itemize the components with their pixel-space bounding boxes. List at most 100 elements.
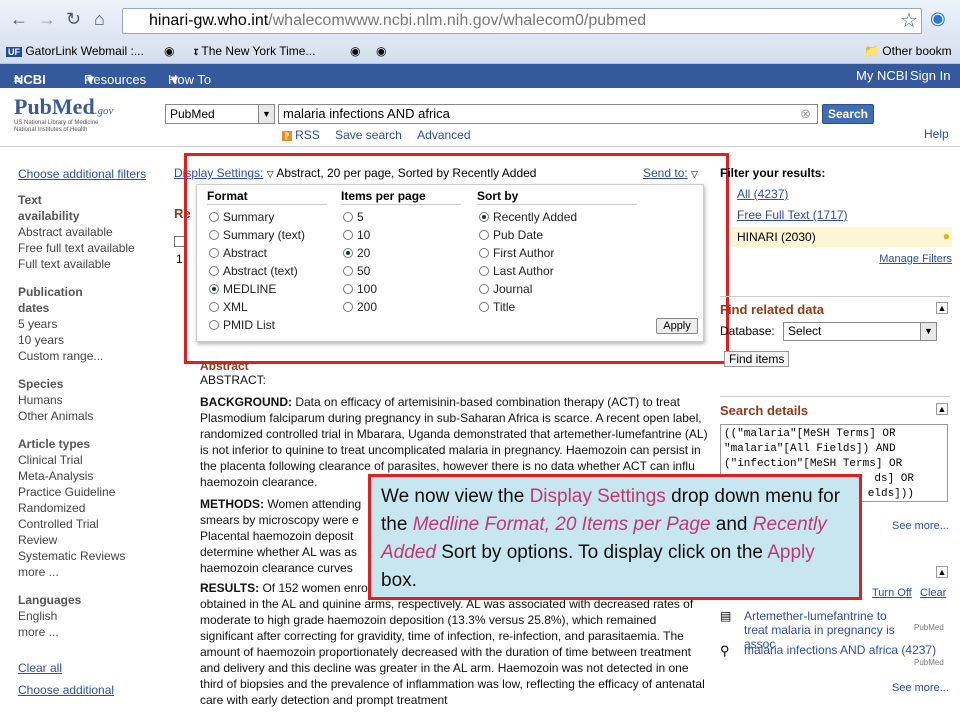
turn-off-link[interactable]: Turn Off <box>872 587 912 599</box>
back-icon[interactable]: ← <box>10 9 28 30</box>
search-input[interactable]: malaria infections AND africa ⊗ <box>278 104 818 124</box>
section-text: haemozoin clearance curves <box>200 561 353 575</box>
globe-icon[interactable]: ◉ <box>164 44 174 58</box>
sign-in-link[interactable]: Sign In <box>910 68 950 83</box>
callout-text: box. <box>381 570 417 591</box>
search-icon: ⚲ <box>720 643 730 658</box>
globe-icon[interactable]: ◉ <box>350 44 360 58</box>
choose-filters-link[interactable]: Choose additional filters <box>18 166 168 182</box>
bookmark-nytimes[interactable]: 𝔯 The New York Time... <box>194 44 315 59</box>
abstract-label: ABSTRACT: <box>200 373 267 387</box>
result-index: 1 <box>176 252 183 266</box>
forward-icon[interactable]: → <box>38 9 56 30</box>
extension-icon[interactable]: ◉ <box>930 8 946 29</box>
bookmark-gatorlink[interactable]: UF GatorLink Webmail :... <box>6 44 144 58</box>
collapse-icon[interactable]: ▲ <box>936 302 948 314</box>
recent-activity-search[interactable]: malaria infections AND africa (4237) <box>744 643 954 657</box>
database-select[interactable]: PubMed ▼ <box>165 104 275 124</box>
clear-all-link[interactable]: Clear all <box>18 660 168 676</box>
advanced-link[interactable]: Advanced <box>417 128 470 142</box>
collapse-icon[interactable]: ▲ <box>936 403 948 415</box>
clear-link[interactable]: Clear <box>920 587 946 599</box>
filter-item[interactable]: Other Animals <box>18 408 168 424</box>
section-label: BACKGROUND: <box>200 395 292 409</box>
ncbi-bar: ≈ NCBI Resources ▼ How To ▼ My NCBI Sign I… <box>0 64 960 88</box>
filter-item[interactable]: Randomized Controlled Trial <box>18 500 118 532</box>
clear-icon[interactable]: ⊗ <box>800 106 811 122</box>
filter-heading: Article types <box>18 437 91 451</box>
find-items-button[interactable]: Find items <box>724 351 790 367</box>
filter-item[interactable]: 10 years <box>18 332 168 348</box>
source-label: PubMed <box>914 658 944 667</box>
search-links: ⁋ RSS Save search Advanced <box>282 128 471 142</box>
collapse-icon[interactable]: ▲ <box>936 566 948 578</box>
filter-item[interactable]: Systematic Reviews <box>18 548 168 564</box>
bookmark-other[interactable]: 📁 Other bookm <box>864 44 952 58</box>
filter-heading: Publication dates <box>18 285 83 315</box>
address-bar[interactable]: hinari-gw.who.int/whalecomwww.ncbi.nlm.n… <box>122 8 922 34</box>
related-database-select[interactable]: Select ▼ <box>783 322 937 341</box>
filter-item[interactable]: Abstract available <box>18 224 168 240</box>
abstract-heading: Abstract <box>200 359 249 373</box>
document-icon: ▤ <box>720 609 732 623</box>
save-search-link[interactable]: Save search <box>335 128 402 142</box>
filter-all-link[interactable]: All (4237) <box>737 187 952 201</box>
section-text: smears by microscopy were e <box>200 513 359 527</box>
filter-hinari-item[interactable]: HINARI (2030) ● <box>732 227 952 247</box>
filter-item[interactable]: Clinical Trial <box>18 452 168 468</box>
bookmarks-bar: UF GatorLink Webmail :... ◉ 𝔯 The New Yo… <box>0 40 960 64</box>
help-link[interactable]: Help <box>924 127 949 141</box>
pubmed-logo-text: PubMed <box>14 94 95 119</box>
tutorial-callout: We now view the Display Settings drop do… <box>368 474 862 600</box>
source-label: PubMed <box>914 623 944 632</box>
ncbi-logo-text: NCBI <box>14 72 46 87</box>
select-value: Select <box>788 324 822 338</box>
filter-results-panel: Filter your results: All (4237) Free Ful… <box>720 166 952 265</box>
pubmed-subtitle: US National Library of Medicine National … <box>14 120 134 134</box>
callout-highlight: Medline Format, 20 Items per Page <box>412 514 711 535</box>
folder-icon: 📁 <box>864 44 879 58</box>
filter-item[interactable]: Practice Guideline <box>18 484 168 500</box>
filter-free-full-text-link[interactable]: Free Full Text (1717) <box>737 208 952 222</box>
database-label: Database: <box>720 324 775 338</box>
section-text: Women attending <box>267 497 362 511</box>
filter-item[interactable]: more ... <box>18 624 168 640</box>
filter-item[interactable]: Meta-Analysis <box>18 468 168 484</box>
filter-item[interactable]: more ... <box>18 564 168 580</box>
filter-heading: Languages <box>18 593 82 607</box>
chevron-down-icon: ▼ <box>258 105 274 123</box>
filter-item[interactable]: Custom range... <box>18 348 168 364</box>
callout-text: Sort by options. To display click on the <box>435 542 768 563</box>
filter-item[interactable]: Full text available <box>18 256 168 272</box>
filter-heading: Species <box>18 377 64 391</box>
filter-item[interactable]: Free full text available <box>18 240 168 256</box>
search-query: malaria infections AND africa <box>283 106 450 121</box>
settings-icon[interactable]: ● <box>943 229 950 243</box>
manage-filters-link[interactable]: Manage Filters <box>720 253 952 265</box>
url-path: /whalecomwww.ncbi.nlm.nih.gov/whalecom0/… <box>268 12 647 29</box>
divider <box>720 396 950 397</box>
filter-label: HINARI (2030) <box>737 230 816 244</box>
reload-icon[interactable]: ↻ <box>66 9 81 30</box>
search-details-heading: Search details <box>720 403 809 418</box>
choose-additional-link[interactable]: Choose additional <box>18 682 168 698</box>
rss-link[interactable]: RSS <box>295 128 320 142</box>
filter-item[interactable]: English <box>18 608 168 624</box>
my-ncbi-link[interactable]: My NCBI <box>856 68 908 83</box>
pubmed-logo[interactable]: PubMed.gov <box>14 94 113 120</box>
filter-item[interactable]: 5 years <box>18 316 168 332</box>
filter-item[interactable]: Review <box>18 532 168 548</box>
home-icon[interactable]: ⌂ <box>94 9 105 30</box>
subtitle-line: National Institutes of Health <box>14 127 88 133</box>
filter-item[interactable]: Humans <box>18 392 168 408</box>
globe-icon[interactable]: ◉ <box>376 44 386 58</box>
bookmark-star-icon[interactable]: ☆ <box>900 8 918 33</box>
callout-highlight: Display Settings <box>529 486 666 507</box>
callout-text: and <box>710 514 753 535</box>
section-text: Placental haemozoin deposit <box>200 529 354 543</box>
see-more-link[interactable]: See more... <box>892 682 949 694</box>
see-more-link[interactable]: See more... <box>892 520 949 532</box>
section-label: METHODS: <box>200 497 264 511</box>
nyt-icon: 𝔯 <box>194 44 199 58</box>
search-button[interactable]: Search <box>822 104 874 124</box>
